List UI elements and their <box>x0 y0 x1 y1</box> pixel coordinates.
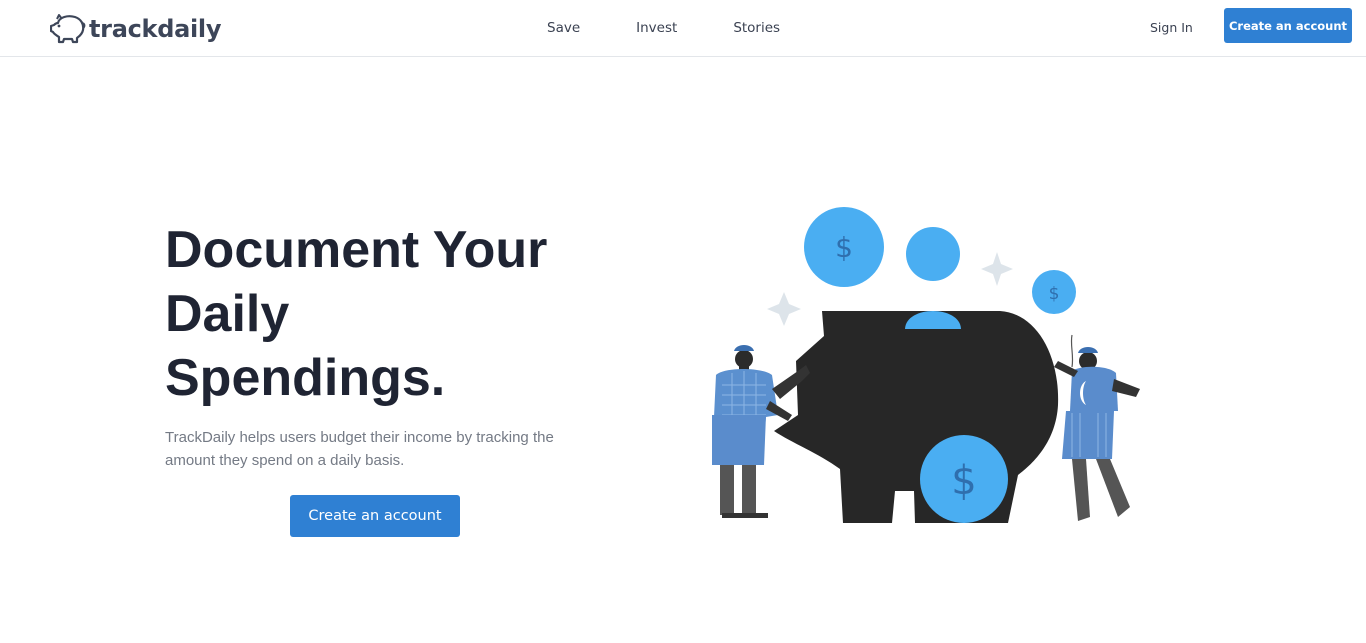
hero-description: TrackDaily helps users budget their inco… <box>165 429 554 469</box>
navbar: trackdaily Save Invest Stories Sign In C… <box>0 0 1366 57</box>
piggy-bank-icon: $ <box>774 311 1059 523</box>
svg-text:$: $ <box>835 231 853 264</box>
main-nav: Save Invest Stories <box>547 20 836 36</box>
piggy-bank-icon <box>50 14 86 44</box>
sign-in-link[interactable]: Sign In <box>1150 20 1193 35</box>
hero-title-line-3: Spendings. <box>165 349 446 407</box>
hero-title: Document Your Daily Spendings. <box>165 218 595 410</box>
brand-logo[interactable]: trackdaily <box>50 12 221 46</box>
coin-icon: $ <box>804 207 884 287</box>
nav-stories[interactable]: Stories <box>733 20 780 36</box>
coin-icon <box>906 227 960 281</box>
person-icon <box>1054 334 1140 521</box>
coin-icon: $ <box>1032 270 1076 314</box>
sparkle-icon <box>767 292 801 326</box>
svg-text:$: $ <box>951 458 976 504</box>
svg-text:$: $ <box>1049 284 1060 304</box>
create-account-button-hero[interactable]: Create an account <box>290 495 460 537</box>
sparkle-icon <box>981 252 1013 286</box>
hero-title-line-2: Daily <box>165 285 290 343</box>
create-account-button-header[interactable]: Create an account <box>1224 8 1352 43</box>
hero-illustration: $ $ $ <box>712 207 1140 523</box>
nav-invest[interactable]: Invest <box>636 20 677 36</box>
brand-name: trackdaily <box>89 15 222 43</box>
nav-save[interactable]: Save <box>547 20 580 36</box>
hero-title-line-1: Document Your <box>165 221 548 279</box>
